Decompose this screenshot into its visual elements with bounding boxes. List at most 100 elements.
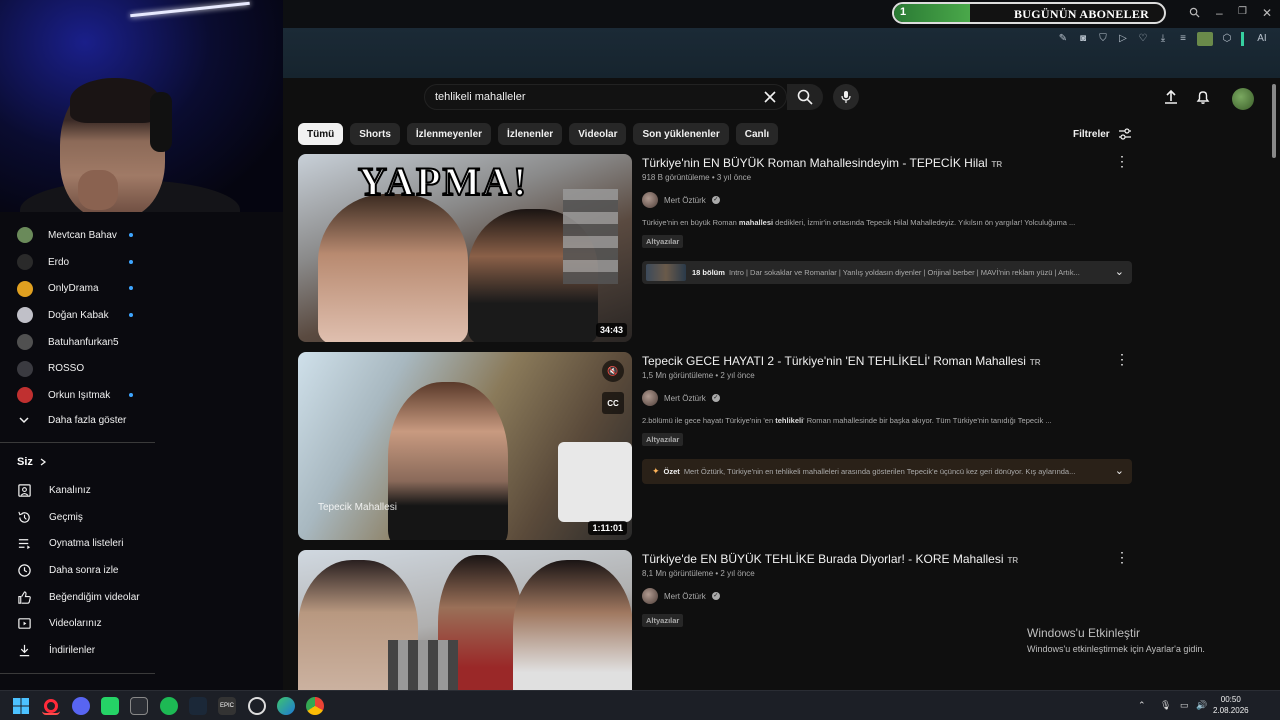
spotify-icon[interactable] <box>160 697 178 715</box>
video-result-3[interactable]: Türkiye'de EN BÜYÜK TEHLİKE Burada Diyor… <box>298 550 1133 690</box>
chevron-down-icon[interactable]: ⌄ <box>1115 265 1124 278</box>
clock[interactable]: 00:50 2.08.2026 <box>1213 694 1249 716</box>
you-item[interactable]: Oynatma listeleri <box>0 530 170 557</box>
chapters-text: Intro | Dar sokaklar ve Romanlar | Yanlı… <box>728 268 1080 277</box>
filter-chip[interactable]: Tümü <box>298 123 344 145</box>
desc-highlight: tehlikeli <box>775 416 804 425</box>
video-title[interactable]: Türkiye'de EN BÜYÜK TEHLİKE Burada Diyor… <box>642 552 1018 566</box>
video-title[interactable]: Türkiye'nin EN BÜYÜK Roman Mahallesindey… <box>642 156 1002 170</box>
search-button[interactable] <box>787 84 823 110</box>
search-icon <box>797 89 813 105</box>
you-item[interactable]: Kanalınız <box>0 477 170 504</box>
you-item-label: Oynatma listeleri <box>49 538 124 550</box>
you-item[interactable]: Geçmiş <box>0 504 170 531</box>
channel-avatar <box>17 387 33 404</box>
app-icon[interactable] <box>130 697 148 715</box>
subscriptions-list: Mevtcan Bahav Erdo OnlyDrama Doğan Kabak Bat… <box>0 222 170 409</box>
whatsapp-icon[interactable] <box>101 697 119 715</box>
notifications-bell-icon[interactable] <box>1195 89 1211 105</box>
filter-chip[interactable]: Son yüklenenler <box>633 123 729 145</box>
more-options-icon[interactable]: ⋮ <box>1115 550 1129 564</box>
clear-search-icon[interactable] <box>761 88 779 106</box>
app-icon[interactable] <box>248 697 266 715</box>
subscription-item[interactable]: Orkun Işıtmak <box>0 382 170 409</box>
video-thumbnail[interactable]: Tepecik Mahallesi 🔇 CC 1:11:01 <box>298 352 632 540</box>
filter-chip[interactable]: Canlı <box>735 123 779 145</box>
close-window-button[interactable]: ✕ <box>1262 6 1272 20</box>
filter-chip[interactable]: İzlenenler <box>498 123 563 145</box>
minimize-button[interactable]: – <box>1216 6 1223 20</box>
captions-icon[interactable]: CC <box>602 392 624 414</box>
you-item[interactable]: Videolarınız <box>0 610 170 637</box>
you-section-label: Siz <box>17 456 33 468</box>
webcam-overlay <box>0 0 283 212</box>
maximize-button[interactable]: ❐ <box>1238 6 1247 17</box>
subscription-item[interactable]: Erdo <box>0 249 170 276</box>
windows-start-icon[interactable] <box>13 698 29 714</box>
search-input[interactable]: tehlikeli mahalleler <box>424 84 787 110</box>
list-icon[interactable]: ≡ <box>1177 33 1189 45</box>
heart-icon[interactable]: ♡ <box>1137 33 1149 45</box>
ai-button[interactable]: AI <box>1252 33 1272 45</box>
headphone <box>150 92 172 152</box>
epic-games-icon[interactable]: EPIC <box>218 697 236 715</box>
you-item[interactable]: İndirilenler <box>0 637 170 664</box>
chevron-down-icon[interactable]: ⌄ <box>1115 464 1124 477</box>
mute-icon[interactable]: 🔇 <box>602 360 624 382</box>
show-more-button[interactable]: Daha fazla göster <box>0 407 126 434</box>
filter-chip[interactable]: İzlenmeyenler <box>406 123 492 145</box>
edge-icon[interactable] <box>277 697 295 715</box>
channel-link[interactable]: Mert Öztürk ✓ <box>642 192 720 208</box>
desc-text: dedikleri, İzmir'in ortasında Tepecik Hi… <box>773 218 1076 227</box>
camera-icon[interactable]: ◙ <box>1077 33 1089 45</box>
channel-link[interactable]: Mert Öztürk ✓ <box>642 588 720 604</box>
edit-icon[interactable]: ✎ <box>1057 33 1069 45</box>
channel-link[interactable]: Mert Öztürk ✓ <box>642 390 720 406</box>
filters-button[interactable]: Filtreler <box>1073 128 1132 140</box>
monitor-icon[interactable]: ▭ <box>1180 700 1189 711</box>
speaker-icon[interactable]: 🔊 <box>1196 700 1207 711</box>
video-title[interactable]: Tepecik GECE HAYATI 2 - Türkiye'nin 'EN … <box>642 354 1041 368</box>
chrome-icon[interactable] <box>306 697 324 715</box>
scrollbar-thumb[interactable] <box>1272 84 1276 158</box>
extension-avatar-icon[interactable] <box>1197 32 1213 46</box>
more-options-icon[interactable]: ⋮ <box>1115 154 1129 168</box>
ai-summary-bar[interactable]: ✦ Özet Mert Öztürk, Türkiye'nin en tehli… <box>642 459 1132 484</box>
subscriber-counter-banner: 1 BUGÜNÜN ABONELER <box>892 2 1166 24</box>
subscription-item[interactable]: Mevtcan Bahav <box>0 222 170 249</box>
video-result-1[interactable]: YAPMA! 34:43 Türkiye'nin EN BÜYÜK Roman … <box>298 154 1133 342</box>
sidebar-toggle-icon[interactable] <box>1241 32 1244 46</box>
subscription-item[interactable]: ROSSO <box>0 355 170 382</box>
video-thumbnail[interactable]: YAPMA! 34:43 <box>298 154 632 342</box>
search-query-text: tehlikeli mahalleler <box>435 91 526 103</box>
shield-icon[interactable]: ⛉ <box>1097 33 1109 45</box>
you-section-title[interactable]: Siz <box>17 456 47 468</box>
filter-chip[interactable]: Shorts <box>350 123 400 145</box>
search-icon[interactable] <box>1189 7 1200 18</box>
more-options-icon[interactable]: ⋮ <box>1115 352 1129 366</box>
download-icon[interactable]: ⤓ <box>1157 33 1169 45</box>
divider <box>0 673 155 674</box>
opera-gx-icon[interactable] <box>42 697 60 715</box>
voice-search-button[interactable] <box>833 84 859 110</box>
verified-icon: ✓ <box>711 592 720 600</box>
video-result-2[interactable]: Tepecik Mahallesi 🔇 CC 1:11:01 Tepecik G… <box>298 352 1133 540</box>
you-item[interactable]: Daha sonra izle <box>0 557 170 584</box>
subscription-item[interactable]: Batuhanfurkan5 <box>0 329 170 356</box>
steam-icon[interactable] <box>189 697 207 715</box>
scrollbar[interactable] <box>1272 84 1278 684</box>
filter-chip[interactable]: Videolar <box>569 123 627 145</box>
microphone-icon[interactable]: 🎙 <box>1160 700 1171 711</box>
user-square-icon <box>18 484 31 497</box>
extension-icon[interactable]: ⬡ <box>1221 33 1233 45</box>
play-icon[interactable]: ▷ <box>1117 33 1129 45</box>
chevron-up-icon[interactable]: ⌃ <box>1138 700 1146 711</box>
chapters-bar[interactable]: 18 bölüm Intro | Dar sokaklar ve Romanla… <box>642 261 1132 284</box>
subscription-item[interactable]: Doğan Kabak <box>0 302 170 329</box>
you-item[interactable]: Beğendiğim videolar <box>0 584 170 611</box>
video-thumbnail[interactable] <box>298 550 632 690</box>
upload-icon[interactable] <box>1163 89 1179 105</box>
subscription-item[interactable]: OnlyDrama <box>0 275 170 302</box>
discord-icon[interactable] <box>72 697 90 715</box>
account-avatar[interactable] <box>1232 88 1254 110</box>
